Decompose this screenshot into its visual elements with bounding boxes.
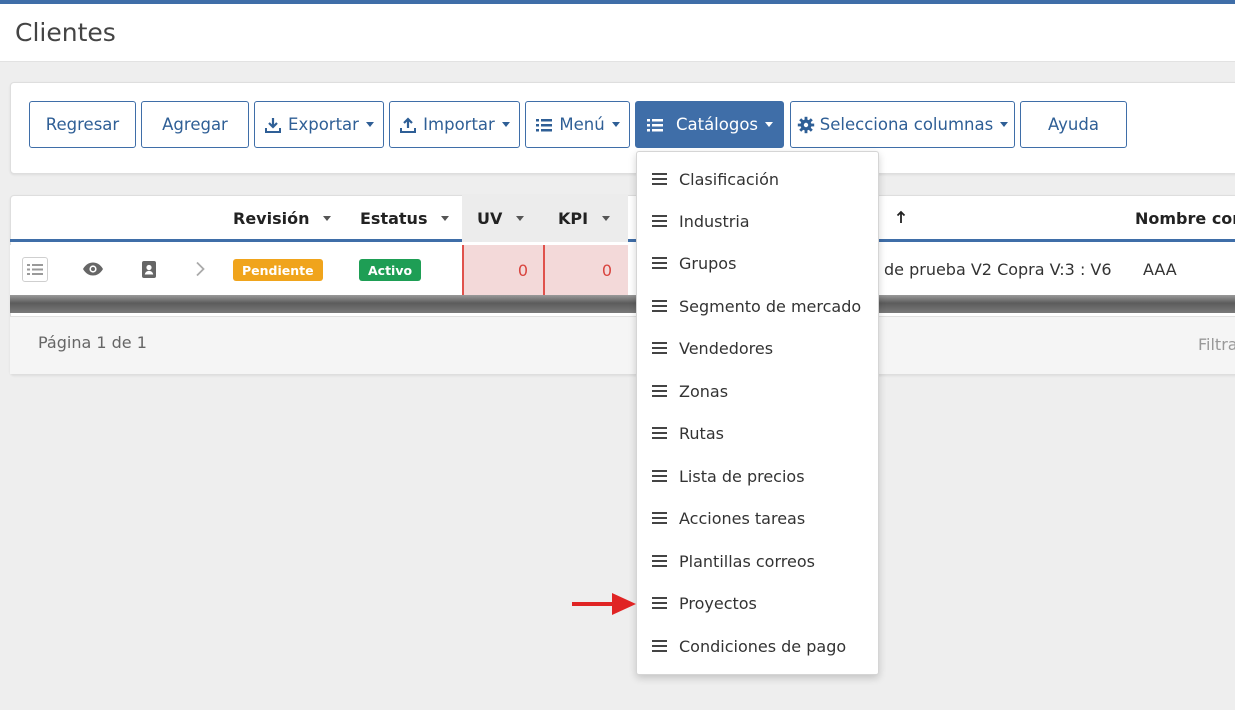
bars-icon: [652, 384, 667, 398]
menu-item-label: Grupos: [679, 253, 737, 273]
list-icon: [535, 117, 553, 133]
chevron-down-icon[interactable]: [441, 216, 450, 221]
bars-icon: [652, 639, 667, 653]
menu-item-label: Vendedores: [679, 338, 774, 358]
bars-icon: [652, 596, 667, 610]
menu-item-rutas[interactable]: Rutas: [637, 412, 878, 454]
column-header-estatus[interactable]: Estatus: [360, 195, 450, 242]
column-header-nombre[interactable]: Nombre com: [1135, 195, 1235, 242]
chevron-down-icon: [365, 122, 374, 127]
selecciona-columnas-button[interactable]: Selecciona columnas: [790, 101, 1015, 148]
chevron-down-icon: [1000, 122, 1009, 127]
menu-item-label: Proyectos: [679, 593, 757, 613]
column-header-label: UV: [477, 209, 503, 228]
horizontal-scrollbar[interactable]: [10, 295, 1235, 313]
menu-item-label: Plantillas correos: [679, 551, 815, 571]
column-header-uv[interactable]: UV: [477, 195, 525, 242]
status-badge-pendiente: Pendiente: [233, 259, 323, 281]
filter-label: Filtra: [1198, 335, 1235, 354]
menu-item-industria[interactable]: Industria: [637, 200, 878, 242]
chevron-right-icon[interactable]: [193, 260, 207, 278]
column-header-label: KPI: [558, 209, 589, 228]
description-cell: de prueba V2 Copra V:3 : V6: [884, 260, 1112, 279]
catalogos-dropdown-menu: Clasificación Industria Grupos Segmento …: [636, 151, 879, 675]
sort-arrow-up-icon: [896, 209, 906, 228]
page-title: Clientes: [15, 18, 116, 47]
eye-icon[interactable]: [82, 260, 104, 278]
column-header-label: Revisión: [233, 209, 310, 228]
chevron-down-icon[interactable]: [516, 216, 525, 221]
bars-icon: [652, 426, 667, 440]
catalogos-button[interactable]: Catálogos: [635, 101, 784, 148]
kpi-cell: 0: [543, 245, 628, 295]
nombre-cell: AAA: [1143, 260, 1177, 279]
bars-icon: [652, 299, 667, 313]
menu-item-label: Condiciones de pago: [679, 636, 847, 656]
menu-button[interactable]: Menú: [525, 101, 630, 148]
regresar-button[interactable]: Regresar: [29, 101, 136, 148]
column-header-revision[interactable]: Revisión: [233, 195, 332, 242]
importar-button[interactable]: Importar: [389, 101, 520, 148]
importar-label: Importar: [423, 115, 495, 134]
menu-item-proyectos[interactable]: Proyectos: [637, 582, 878, 624]
menu-item-segmento-de-mercado[interactable]: Segmento de mercado: [637, 285, 878, 327]
agregar-label: Agregar: [162, 115, 228, 134]
bars-icon: [652, 511, 667, 525]
page-header: Clientes: [0, 4, 1235, 62]
regresar-label: Regresar: [45, 115, 120, 134]
row-menu-icon[interactable]: [22, 257, 48, 282]
menu-item-lista-de-precios[interactable]: Lista de precios: [637, 455, 878, 497]
menu-item-grupos[interactable]: Grupos: [637, 242, 878, 284]
annotation-arrow-icon: [570, 591, 638, 621]
column-header-label: Estatus: [360, 209, 428, 228]
bars-icon: [652, 554, 667, 568]
exportar-label: Exportar: [288, 115, 359, 134]
table-footer: [10, 316, 1235, 374]
chevron-down-icon: [765, 122, 774, 127]
agregar-button[interactable]: Agregar: [141, 101, 249, 148]
menu-item-label: Rutas: [679, 423, 724, 443]
catalogos-label: Catálogos: [675, 115, 759, 134]
menu-item-zonas[interactable]: Zonas: [637, 370, 878, 412]
bars-icon: [652, 256, 667, 270]
chevron-down-icon[interactable]: [323, 216, 332, 221]
menu-item-label: Acciones tareas: [679, 508, 806, 528]
menu-item-condiciones-de-pago[interactable]: Condiciones de pago: [637, 625, 878, 667]
pagination-text: Página 1 de 1: [38, 333, 147, 352]
uv-cell: 0: [462, 245, 544, 295]
menu-item-label: Segmento de mercado: [679, 296, 862, 316]
chevron-down-icon[interactable]: [602, 216, 611, 221]
list-icon: [646, 117, 664, 133]
bars-icon: [652, 214, 667, 228]
column-header-kpi[interactable]: KPI: [558, 195, 611, 242]
ayuda-button[interactable]: Ayuda: [1020, 101, 1127, 148]
bars-icon: [652, 469, 667, 483]
menu-item-plantillas-correos[interactable]: Plantillas correos: [637, 540, 878, 582]
menu-item-vendedores[interactable]: Vendedores: [637, 327, 878, 369]
ayuda-label: Ayuda: [1048, 115, 1099, 134]
gear-icon: [797, 116, 815, 134]
menu-label: Menú: [559, 115, 605, 134]
chevron-down-icon: [611, 122, 620, 127]
column-header-label: Nombre com: [1135, 209, 1235, 228]
bars-icon: [652, 341, 667, 355]
status-badge-activo: Activo: [359, 259, 422, 281]
exportar-button[interactable]: Exportar: [254, 101, 384, 148]
menu-item-label: Zonas: [679, 381, 729, 401]
download-icon: [264, 116, 282, 134]
bars-icon: [652, 172, 667, 186]
chevron-down-icon: [501, 122, 510, 127]
menu-item-acciones-tareas[interactable]: Acciones tareas: [637, 497, 878, 539]
menu-item-label: Lista de precios: [679, 466, 805, 486]
menu-item-clasificacion[interactable]: Clasificación: [637, 158, 878, 200]
menu-item-label: Clasificación: [679, 169, 780, 189]
menu-item-label: Industria: [679, 211, 750, 231]
upload-icon: [399, 116, 417, 134]
selecciona-columnas-label: Selecciona columnas: [819, 115, 994, 134]
contact-card-icon[interactable]: [140, 259, 158, 279]
